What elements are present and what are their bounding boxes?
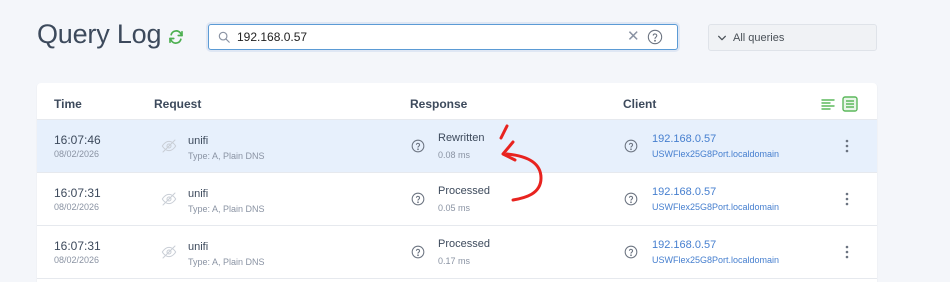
question-circle-icon[interactable]	[624, 139, 638, 153]
response-time: 0.17 ms	[438, 256, 471, 266]
response-time: 0.05 ms	[438, 203, 471, 213]
column-header-time: Time	[54, 97, 82, 111]
row-time: 16:07:31	[54, 186, 101, 200]
table-row[interactable]: 16:07:31 08/02/2026 unifi Type: A, Plain…	[37, 226, 877, 279]
question-circle-icon[interactable]	[411, 139, 425, 153]
question-circle-icon[interactable]	[411, 192, 425, 206]
request-domain: unifi	[188, 241, 209, 253]
eye-off-icon[interactable]	[161, 245, 177, 259]
row-time: 16:07:46	[54, 133, 101, 147]
response-time: 0.08 ms	[438, 150, 471, 160]
table-header: Time Request Response Client	[37, 83, 877, 120]
eye-off-icon[interactable]	[161, 139, 177, 153]
compact-view-icon[interactable]	[820, 96, 836, 112]
row-date: 08/02/2026	[54, 255, 100, 265]
search-input[interactable]	[237, 28, 617, 46]
question-circle-icon[interactable]	[647, 29, 663, 45]
row-date: 08/02/2026	[54, 149, 100, 159]
query-filter-select[interactable]: All queries	[708, 24, 877, 51]
more-vertical-icon[interactable]	[843, 138, 851, 154]
column-header-response: Response	[410, 97, 468, 111]
client-hostname-link[interactable]: USWFlex25G8Port.localdomain	[652, 202, 779, 212]
refresh-icon[interactable]	[167, 28, 185, 46]
page-title: Query Log	[37, 19, 162, 49]
column-header-request: Request	[154, 97, 202, 111]
row-time: 16:07:31	[54, 239, 101, 253]
column-header-client: Client	[623, 97, 657, 111]
client-ip-link[interactable]: 192.168.0.57	[652, 239, 716, 251]
question-circle-icon[interactable]	[411, 245, 425, 259]
chevron-down-icon	[718, 35, 726, 41]
table-row[interactable]: 16:07:46 08/02/2026 unifi Type: A, Plain…	[37, 120, 877, 173]
search-icon	[218, 31, 230, 43]
expanded-view-icon[interactable]	[842, 96, 858, 112]
row-date: 08/02/2026	[54, 202, 100, 212]
clear-search-icon[interactable]: ✕	[627, 28, 640, 46]
request-type: Type: A, Plain DNS	[188, 204, 265, 214]
more-vertical-icon[interactable]	[843, 191, 851, 207]
filter-selected-label: All queries	[733, 32, 785, 44]
eye-off-icon[interactable]	[161, 192, 177, 206]
client-ip-link[interactable]: 192.168.0.57	[652, 133, 716, 145]
response-status: Processed	[438, 185, 490, 197]
response-status: Processed	[438, 238, 490, 250]
more-vertical-icon[interactable]	[843, 244, 851, 260]
table-row[interactable]: 16:07:31 08/02/2026 unifi Type: A, Plain…	[37, 173, 877, 226]
question-circle-icon[interactable]	[624, 245, 638, 259]
question-circle-icon[interactable]	[624, 192, 638, 206]
search-box: ✕	[208, 24, 678, 50]
client-ip-link[interactable]: 192.168.0.57	[652, 186, 716, 198]
client-hostname-link[interactable]: USWFlex25G8Port.localdomain	[652, 149, 779, 159]
request-domain: unifi	[188, 188, 209, 200]
client-hostname-link[interactable]: USWFlex25G8Port.localdomain	[652, 255, 779, 265]
response-status: Rewritten	[438, 132, 485, 144]
request-type: Type: A, Plain DNS	[188, 151, 265, 161]
request-domain: unifi	[188, 135, 209, 147]
request-type: Type: A, Plain DNS	[188, 257, 265, 267]
query-log-table: Time Request Response Client 16:07:46 08…	[37, 83, 877, 282]
